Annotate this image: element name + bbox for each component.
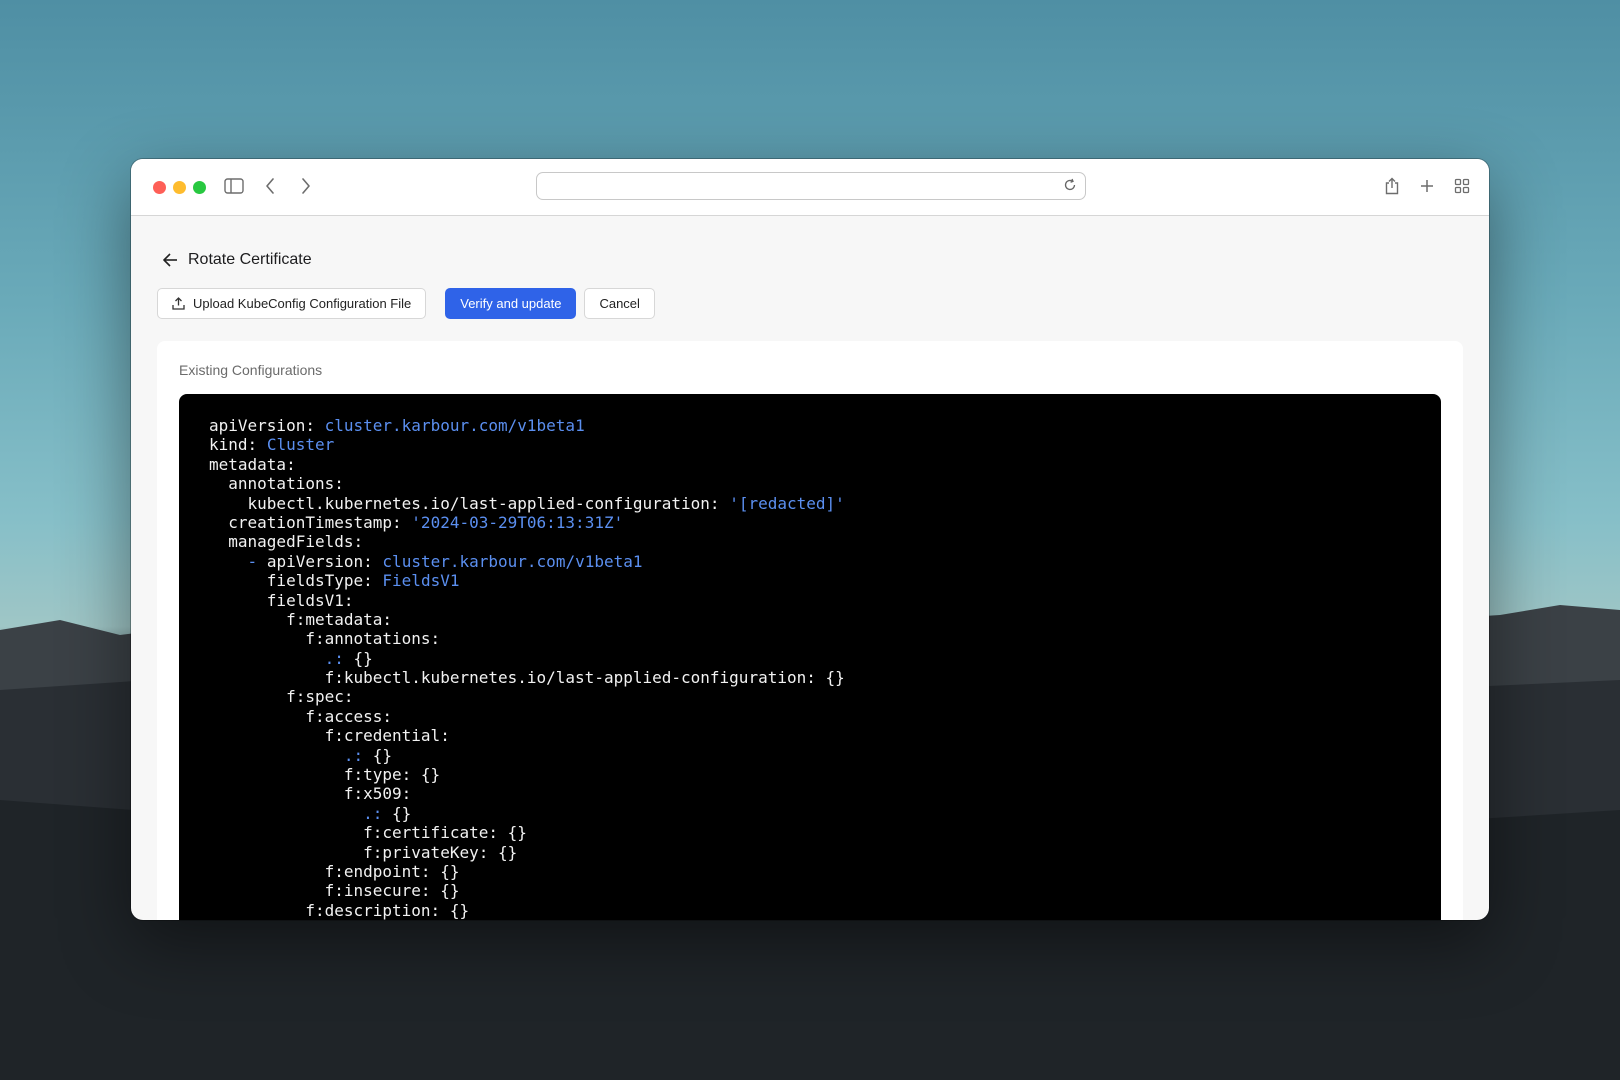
code-line: f:kubectl.kubernetes.io/last-applied-con… — [209, 668, 1411, 687]
code-line: .: {} — [324, 648, 373, 668]
yaml-code-viewer[interactable]: apiVersion: cluster.karbour.com/v1beta1 k… — [179, 394, 1441, 920]
cancel-button[interactable]: Cancel — [584, 288, 655, 319]
code-line: creationTimestamp: '2024-03-29T06:13:31Z… — [209, 513, 1411, 532]
close-window-button[interactable] — [153, 181, 166, 194]
code-line: annotations: — [209, 474, 1411, 493]
code-line: f:certificate: {} — [209, 823, 1411, 842]
code-line: metadata: — [209, 455, 1411, 474]
code-line: f:description: {} — [209, 901, 1411, 920]
code-line: f:spec: — [209, 687, 1411, 706]
zoom-window-button[interactable] — [193, 181, 206, 194]
upload-kubeconfig-button[interactable]: Upload KubeConfig Configuration File — [157, 288, 427, 319]
code-key: f:certificate: {} — [363, 823, 527, 843]
code-key: f:spec: — [286, 687, 354, 707]
back-arrow-icon[interactable] — [160, 250, 180, 270]
code-key: apiVersion: — [266, 551, 373, 571]
sidebar-icon[interactable] — [221, 173, 247, 199]
code-key: f:x509: — [343, 784, 412, 804]
code-key: creationTimestamp: — [228, 512, 402, 532]
existing-configurations-card: Existing Configurations apiVersion: clus… — [157, 341, 1463, 920]
code-key: apiVersion: — [209, 416, 315, 435]
share-icon[interactable] — [1379, 173, 1405, 199]
back-icon[interactable] — [257, 173, 283, 199]
code-line: f:privateKey: {} — [209, 843, 1411, 862]
code-key: f:insecure: {} — [324, 881, 460, 901]
code-value: cluster.karbour.com/v1beta1 — [324, 416, 585, 435]
code-key: f:privateKey: {} — [363, 842, 518, 862]
code-line: .: {} — [343, 745, 393, 765]
code-key: f:access: — [305, 706, 393, 726]
code-key: {} — [372, 745, 393, 765]
code-line: apiVersion: cluster.karbour.com/v1beta1 — [209, 416, 1411, 435]
code-value: '[redacted]' — [729, 493, 845, 513]
code-line: f:insecure: {} — [209, 881, 1411, 900]
code-key: f:kubectl.kubernetes.io/last-applied-con… — [324, 668, 845, 688]
verify-and-update-button[interactable]: Verify and update — [445, 288, 577, 319]
code-key: kind: — [209, 435, 258, 455]
code-key: f:metadata: — [286, 609, 393, 629]
code-value: FieldsV1 — [382, 571, 460, 591]
action-bar: Upload KubeConfig Configuration File Ver… — [157, 288, 1463, 319]
section-label: Existing Configurations — [179, 362, 323, 378]
code-key: fieldsV1: — [266, 590, 354, 610]
new-tab-icon[interactable] — [1414, 173, 1440, 199]
code-line: f:x509: — [209, 784, 1411, 803]
code-line: fieldsV1: — [209, 591, 1411, 610]
code-line: f:endpoint: {} — [209, 862, 1411, 881]
code-value: '2024-03-29T06:13:31Z' — [411, 512, 624, 532]
code-key: f:annotations: — [305, 629, 441, 649]
code-line: f:annotations: — [209, 629, 1411, 648]
code-line: f:credential: — [209, 726, 1411, 745]
address-bar[interactable] — [536, 172, 1086, 200]
browser-toolbar — [131, 159, 1489, 216]
page-title: Rotate Certificate — [188, 251, 312, 268]
page-content: Rotate Certificate Upload KubeConfig Con… — [131, 246, 1489, 920]
code-key: fieldsType: — [266, 571, 373, 591]
code-key: {} — [392, 803, 412, 823]
code-line: kind: Cluster — [209, 435, 1411, 454]
code-value: cluster.karbour.com/v1beta1 — [382, 551, 643, 571]
minimize-window-button[interactable] — [173, 181, 186, 194]
code-line: f:access: — [209, 707, 1411, 726]
code-line: f:metadata: — [209, 610, 1411, 629]
upload-icon — [172, 297, 185, 310]
tab-overview-icon[interactable] — [1449, 173, 1475, 199]
code-key: annotations: — [228, 474, 344, 494]
code-key: managedFields: — [228, 532, 364, 552]
code-line: managedFields: — [209, 532, 1411, 551]
code-key: kubectl.kubernetes.io/last-applied-confi… — [247, 493, 720, 513]
code-key: f:credential: — [324, 726, 450, 746]
code-key: {} — [353, 648, 373, 668]
code-key: f:description: {} — [305, 900, 470, 920]
page-header: Rotate Certificate — [157, 246, 1463, 274]
code-line: kubectl.kubernetes.io/last-applied-confi… — [209, 494, 1411, 513]
code-key: f:type: {} — [343, 765, 441, 785]
code-value: Cluster — [266, 435, 335, 455]
code-key: f:endpoint: {} — [324, 861, 460, 881]
code-line: .: {} — [363, 803, 412, 823]
browser-window: Rotate Certificate Upload KubeConfig Con… — [131, 159, 1489, 920]
forward-icon[interactable] — [293, 173, 319, 199]
code-line: f:type: {} — [209, 765, 1411, 784]
code-key: metadata: — [209, 454, 296, 474]
reload-icon[interactable] — [1063, 178, 1077, 197]
code-line: - apiVersion: cluster.karbour.com/v1beta… — [247, 551, 643, 571]
code-line: fieldsType: FieldsV1 — [209, 571, 1411, 590]
upload-button-label: Upload KubeConfig Configuration File — [193, 296, 412, 311]
